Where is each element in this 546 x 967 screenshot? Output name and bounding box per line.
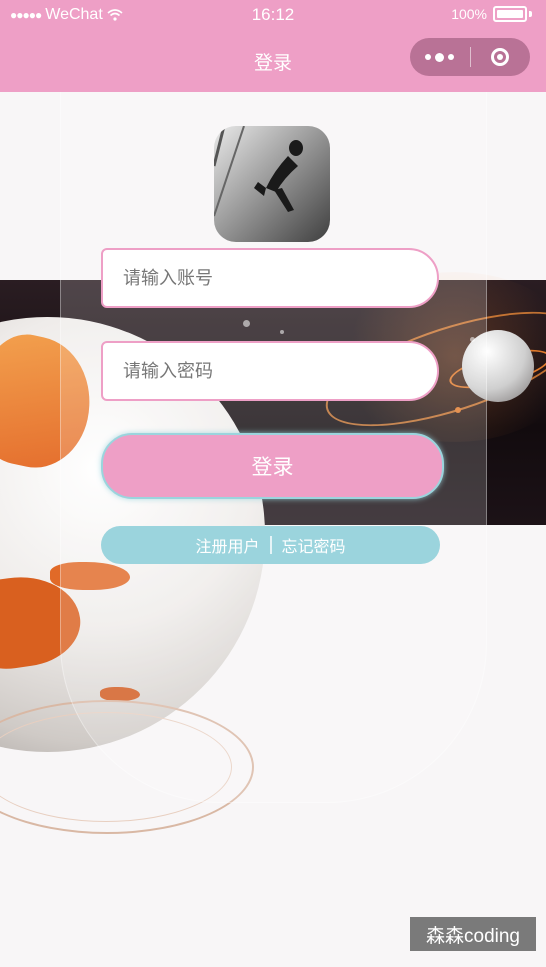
account-input[interactable] [101, 248, 439, 308]
register-link[interactable]: 注册用户 [195, 533, 259, 557]
link-divider [269, 536, 272, 554]
login-button[interactable]: 登录 [101, 433, 444, 499]
password-input[interactable] [101, 341, 439, 401]
nav-bar: 登录 [0, 32, 546, 92]
battery-percent: 100% [451, 6, 487, 22]
close-icon[interactable] [471, 48, 531, 66]
watermark: 森森coding [410, 917, 536, 951]
mini-program-capsule [410, 38, 530, 76]
login-button-label: 登录 [251, 456, 294, 479]
forgot-password-link[interactable]: 忘记密码 [282, 533, 346, 557]
battery-group: 100% [451, 6, 532, 22]
avatar [214, 126, 330, 242]
battery-icon [493, 6, 527, 22]
account-links: 注册用户 忘记密码 [101, 526, 440, 564]
more-icon[interactable] [410, 52, 470, 62]
status-bar: ●●●●● WeChat 16:12 100% [0, 0, 546, 32]
avatar-photo [214, 126, 303, 217]
battery-tip [529, 11, 532, 17]
